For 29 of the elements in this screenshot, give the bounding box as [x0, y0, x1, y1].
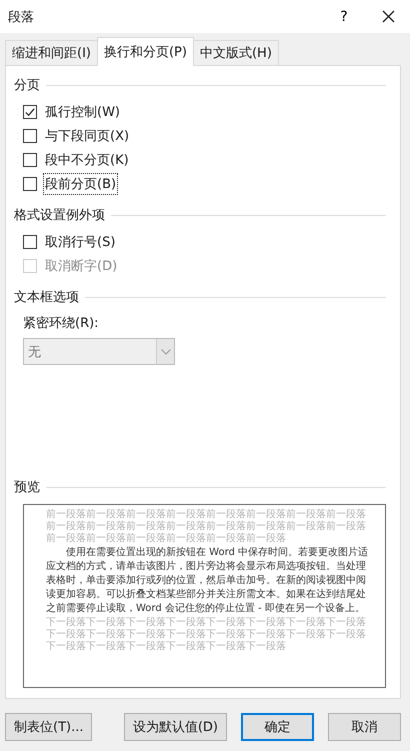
preview-text: 前一段落前一段落前一段落前一段落前一段落前一段落前一段落前一段落前一段落前一段落前一段落前一段落前一段落前一段落前一段落前一段落前一段落前一段落前一段落前一段落前一段落前一段落: [46, 509, 367, 545]
group-heading: 文本框选项: [14, 289, 79, 306]
checkbox[interactable]: [23, 153, 37, 167]
preview-text: 下一段落下一段落下一段落下一段落下一段落下一段落下一段落下一段落下一段落下一段落下一段落下一段落下一段落下一段落下一段落下一段落下一段落下一段落下一段落下一段落下一段落下一段落: [46, 617, 367, 653]
checkbox-label[interactable]: 孤行控制(W): [43, 101, 122, 123]
help-button[interactable]: ?: [322, 2, 366, 30]
group-heading: 分页: [14, 77, 40, 94]
checkbox-label[interactable]: 与下段同页(X): [43, 125, 132, 147]
dialog-button[interactable]: 制表位(T)...: [5, 713, 92, 741]
window-title: 段落: [8, 8, 34, 26]
checkbox[interactable]: [23, 105, 37, 119]
checkbox[interactable]: [23, 235, 37, 249]
chevron-down-icon: [160, 348, 170, 354]
group-heading: 格式设置例外项: [14, 207, 105, 224]
group-heading: 预览: [14, 479, 40, 496]
close-icon: [382, 10, 394, 23]
field-label: 紧密环绕(R):: [23, 315, 100, 332]
checkbox-label[interactable]: 段中不分页(K): [43, 149, 131, 171]
checkbox-label[interactable]: 段前分页(B): [43, 173, 118, 195]
tab[interactable]: 换行和分页(P): [96, 37, 194, 66]
checkbox[interactable]: [23, 129, 37, 143]
tab[interactable]: 中文版式(H): [192, 40, 279, 65]
tab[interactable]: 缩进和间距(I): [5, 40, 98, 65]
preview-text: 使用在需要位置出现的新按钮在 Word 中保存时间。若要更改图片适应文档的方式，请单击该图片，图片旁边将会显示布局选项按钮。当处理表格时，单击要添加行或列的位置，然后单击加号。在新的阅读视图中阅读更加容易。可以折叠文档某些部分并关注所需文本。如果在达到结尾处之前需要停止读取，Word 会记住您的停止位置 - 即使在另一个设备上。: [46, 546, 370, 616]
dialog-button[interactable]: 取消: [328, 713, 401, 741]
checkbox-label[interactable]: 取消行号(S): [43, 231, 118, 253]
checkbox[interactable]: [23, 177, 37, 191]
dialog-button[interactable]: 设为默认值(D): [124, 713, 227, 741]
dialog-button[interactable]: 确定: [241, 713, 314, 741]
